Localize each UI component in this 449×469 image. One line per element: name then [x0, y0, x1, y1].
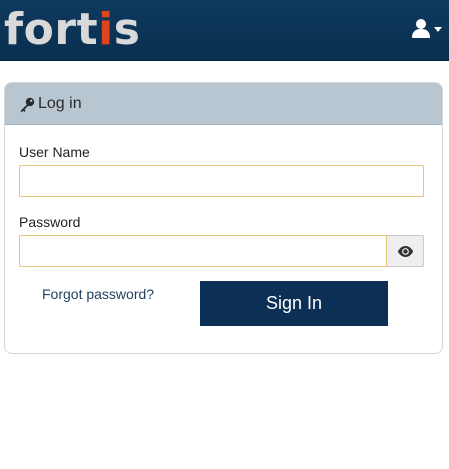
- show-password-button[interactable]: [387, 235, 424, 267]
- password-input[interactable]: [19, 235, 387, 267]
- logo-text-end: s: [113, 4, 141, 55]
- user-icon: [412, 19, 442, 38]
- sign-in-button[interactable]: Sign In: [200, 281, 388, 326]
- password-label: Password: [19, 214, 81, 230]
- login-card-header: Log in: [5, 83, 442, 125]
- login-card: Log in User Name Password Forgot passwor…: [4, 82, 443, 354]
- top-bar: fortis: [0, 0, 449, 61]
- username-input[interactable]: [19, 165, 424, 197]
- eye-icon: [397, 246, 414, 257]
- logo-text-accent: i: [98, 4, 114, 55]
- forgot-password-link[interactable]: Forgot password?: [42, 285, 154, 303]
- fortis-logo: fortis: [4, 5, 140, 55]
- user-menu-button[interactable]: [411, 16, 445, 42]
- login-page: fortis Log in User Name Password Forgot …: [0, 0, 449, 469]
- caret-down-icon: [434, 27, 442, 32]
- login-title: Log in: [38, 95, 82, 112]
- logo-text-main: fort: [4, 4, 99, 55]
- username-label: User Name: [19, 144, 90, 160]
- key-icon: [20, 97, 35, 113]
